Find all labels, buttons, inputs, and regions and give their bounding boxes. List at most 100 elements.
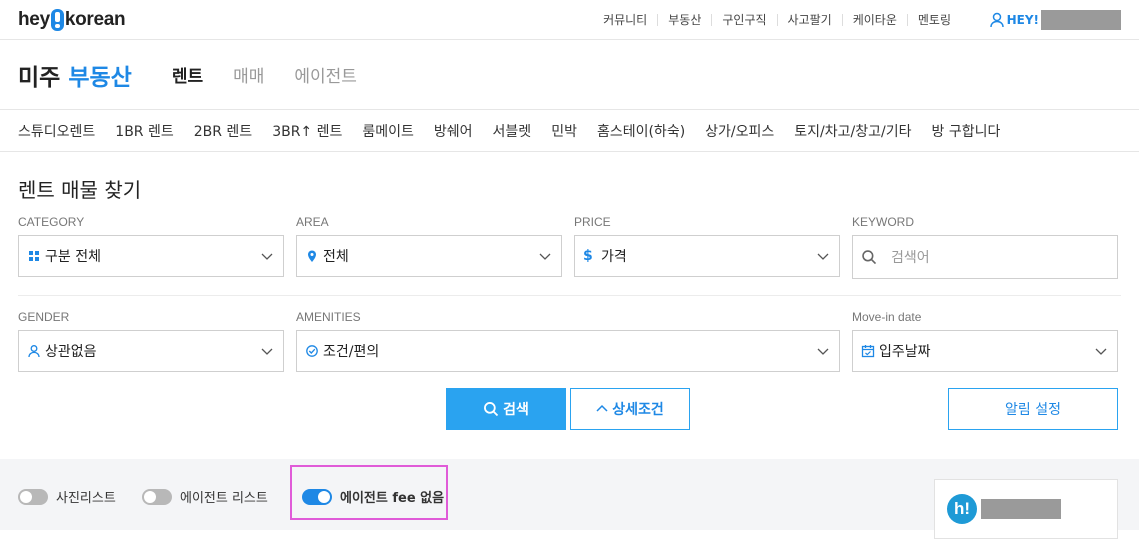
heykorean-badge-icon: h! [947, 494, 977, 524]
movein-label: Move-in date [852, 310, 922, 324]
category-studio[interactable]: 스튜디오렌트 [18, 121, 95, 141]
category-roomshare[interactable]: 방쉐어 [434, 121, 473, 141]
logo-text-right: korean [64, 8, 126, 30]
search-row-1: CATEGORY 구분 전체 AREA 전체 PRICE $ 가격 KEYWOR… [18, 215, 1121, 279]
category-bar: 스튜디오렌트 1BR 렌트 2BR 렌트 3BR↑ 렌트 룸메이트 방쉐어 서블… [0, 110, 1139, 152]
category-select[interactable]: 구분 전체 [18, 235, 284, 277]
chevron-up-icon [596, 404, 608, 412]
amenities-field: AMENITIES 조건/편의 [296, 310, 840, 372]
price-field: PRICE $ 가격 [574, 215, 840, 279]
button-row: 검색 상세조건 알림 설정 [18, 388, 1121, 448]
detail-button-label: 상세조건 [612, 402, 664, 418]
category-label: CATEGORY [18, 215, 85, 229]
category-sublet[interactable]: 서블렛 [493, 121, 532, 141]
amenities-value: 조건/편의 [323, 344, 380, 360]
search-icon [484, 402, 499, 417]
category-minbak[interactable]: 민박 [551, 121, 577, 141]
top-bar: hey korean 커뮤니티 부동산 구인구직 사고팔기 케이타운 멘토링 HE… [0, 0, 1139, 40]
page-brand[interactable]: 미주 부동산 [18, 58, 132, 92]
price-label: PRICE [574, 215, 611, 229]
category-land-etc[interactable]: 토지/차고/창고/기타 [794, 121, 911, 141]
search-row-2: GENDER 상관없음 AMENITIES 조건/편의 Move-in date… [18, 310, 1121, 372]
no-agent-fee-toggle[interactable]: 에이전트 fee 없음 [302, 487, 444, 506]
alert-settings-button[interactable]: 알림 설정 [948, 388, 1118, 430]
toggle-switch-off[interactable] [142, 488, 172, 505]
user-icon [989, 12, 1004, 28]
chevron-down-icon [1095, 348, 1107, 355]
chevron-down-icon [261, 253, 273, 260]
detail-conditions-button[interactable]: 상세조건 [570, 388, 690, 430]
topnav-realestate[interactable]: 부동산 [657, 14, 711, 26]
search-button-label: 검색 [503, 402, 529, 418]
no-agent-fee-label: 에이전트 fee 없음 [340, 491, 445, 506]
topnav-mentoring[interactable]: 멘토링 [906, 14, 961, 26]
topnav-buysell[interactable]: 사고팔기 [776, 14, 842, 26]
search-button[interactable]: 검색 [446, 388, 566, 430]
chevron-down-icon [817, 348, 829, 355]
price-value: 가격 [601, 249, 627, 265]
movein-value: 입주날짜 [879, 344, 931, 360]
chevron-down-icon [261, 348, 273, 355]
chevron-down-icon [539, 253, 551, 260]
category-1br[interactable]: 1BR 렌트 [115, 121, 173, 141]
toggle-switch-on[interactable] [302, 488, 332, 505]
area-value: 전체 [323, 249, 349, 265]
agent-list-label: 에이전트 리스트 [180, 491, 268, 506]
tab-rent[interactable]: 렌트 [172, 62, 203, 87]
amenities-select[interactable]: 조건/편의 [296, 330, 840, 372]
category-field: CATEGORY 구분 전체 [18, 215, 284, 279]
category-value: 구분 전체 [45, 249, 101, 265]
area-select[interactable]: 전체 [296, 235, 562, 277]
brand-accent: 부동산 [68, 64, 132, 91]
movein-select[interactable]: 입주날짜 [852, 330, 1118, 372]
divider [18, 295, 1121, 296]
category-3br[interactable]: 3BR↑ 렌트 [272, 121, 342, 141]
keyword-label: KEYWORD [852, 215, 915, 229]
keyword-placeholder: 검색어 [891, 250, 930, 266]
category-wanted[interactable]: 방 구합니다 [932, 121, 1001, 141]
price-select[interactable]: $ 가격 [574, 235, 840, 277]
chevron-down-icon [817, 253, 829, 260]
topnav-community[interactable]: 커뮤니티 [593, 14, 657, 26]
gender-field: GENDER 상관없음 [18, 310, 284, 372]
location-pin-icon [308, 250, 316, 262]
category-homestay[interactable]: 홈스테이(하숙) [597, 121, 685, 141]
dollar-icon: $ [583, 248, 593, 264]
category-commercial[interactable]: 상가/오피스 [705, 121, 774, 141]
redacted-name [981, 499, 1061, 519]
topnav-jobs[interactable]: 구인구직 [711, 14, 776, 26]
photo-list-toggle[interactable]: 사진리스트 [18, 487, 116, 506]
category-2br[interactable]: 2BR 렌트 [194, 121, 252, 141]
amenities-label: AMENITIES [296, 310, 361, 324]
user-greeting: HEY! [1006, 13, 1039, 27]
logo-exclamation-icon [50, 8, 64, 31]
search-section: 렌트 매물 찾기 CATEGORY 구분 전체 AREA 전체 PRICE $ … [0, 152, 1139, 448]
profile-card[interactable]: h! [934, 479, 1118, 539]
brand-main: 미주 [18, 64, 61, 91]
category-roommate[interactable]: 룸메이트 [362, 121, 414, 141]
list-toggles-bar: 사진리스트 에이전트 리스트 에이전트 fee 없음 h! [0, 459, 1139, 539]
grid-icon [29, 251, 39, 261]
tab-sale[interactable]: 매매 [233, 62, 264, 87]
photo-list-label: 사진리스트 [56, 491, 116, 506]
search-title: 렌트 매물 찾기 [18, 178, 142, 202]
user-menu[interactable]: HEY! [989, 10, 1121, 30]
area-field: AREA 전체 [296, 215, 562, 279]
gender-value: 상관없음 [45, 344, 97, 360]
top-nav: 커뮤니티 부동산 구인구직 사고팔기 케이타운 멘토링 [593, 0, 961, 40]
movein-field: Move-in date 입주날짜 [852, 310, 1118, 372]
toggle-switch-off[interactable] [18, 488, 48, 505]
area-label: AREA [296, 215, 329, 229]
gender-select[interactable]: 상관없음 [18, 330, 284, 372]
search-icon [862, 250, 877, 265]
topnav-ktown[interactable]: 케이타운 [841, 14, 907, 26]
tab-agent[interactable]: 에이전트 [294, 62, 357, 87]
logo-text-left: hey [18, 8, 50, 30]
person-icon [28, 345, 40, 358]
calendar-icon [861, 345, 875, 358]
keyword-field: KEYWORD 검색어 [852, 215, 1118, 279]
heykorean-logo[interactable]: hey korean [18, 8, 126, 31]
keyword-input[interactable]: 검색어 [852, 235, 1118, 279]
section-header: 미주 부동산 렌트 매매 에이전트 [0, 40, 1139, 110]
agent-list-toggle[interactable]: 에이전트 리스트 [142, 487, 268, 506]
